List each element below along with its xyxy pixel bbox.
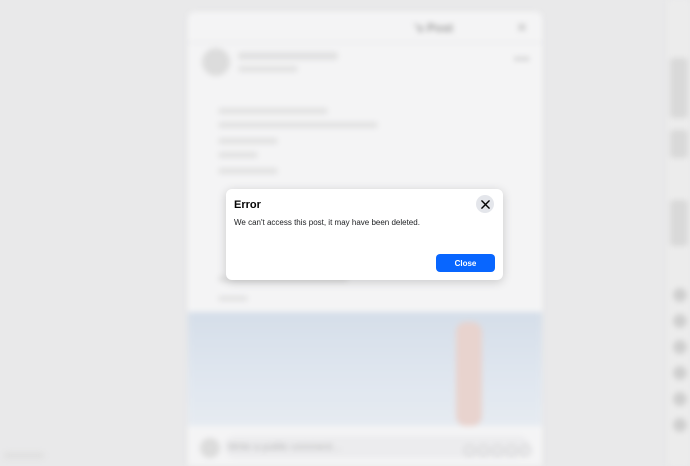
camera-icon[interactable]: [492, 445, 503, 456]
right-rail: [668, 0, 690, 466]
close-icon[interactable]: [476, 195, 494, 213]
post-dialog-title: 's Post: [414, 21, 453, 35]
post-text-line: [218, 108, 328, 114]
rail-thumbnail: [670, 200, 688, 246]
rail-thumbnail: [670, 130, 688, 158]
error-dialog: Error We can't access this post, it may …: [226, 189, 503, 280]
emoji-icon[interactable]: [478, 445, 489, 456]
gif-icon[interactable]: [506, 445, 517, 456]
rail-avatar: [673, 314, 687, 328]
avatar: [200, 438, 220, 458]
post-dialog-header: 's Post ✕: [188, 12, 542, 43]
rail-thumbnail: [670, 58, 688, 118]
close-icon-glyph: [480, 199, 490, 209]
rail-avatar: [673, 288, 687, 302]
close-button[interactable]: Close: [436, 254, 495, 272]
post-text-line: [218, 168, 278, 174]
avatar-sticker-icon[interactable]: [464, 445, 475, 456]
post-image-detail: [456, 322, 482, 426]
footer-text: [4, 453, 44, 458]
post-text-line: [218, 122, 378, 128]
more-options-icon[interactable]: •••: [514, 52, 530, 66]
author-name[interactable]: [238, 52, 338, 60]
comment-bar: [188, 426, 542, 466]
post-text-line: [218, 152, 258, 158]
rail-avatar: [673, 392, 687, 406]
close-icon[interactable]: ✕: [514, 20, 530, 36]
rail-avatar: [673, 340, 687, 354]
error-dialog-title: Error: [234, 199, 261, 211]
post-timestamp: [238, 66, 298, 72]
rail-avatar: [673, 366, 687, 380]
error-dialog-message: We can't access this post, it may have b…: [234, 218, 420, 227]
sticker-icon[interactable]: [520, 445, 531, 456]
post-image[interactable]: [188, 312, 542, 426]
rail-avatar: [673, 418, 687, 432]
post-text-line: [218, 296, 248, 301]
author-avatar[interactable]: [202, 48, 230, 76]
post-text-line: [218, 138, 278, 144]
